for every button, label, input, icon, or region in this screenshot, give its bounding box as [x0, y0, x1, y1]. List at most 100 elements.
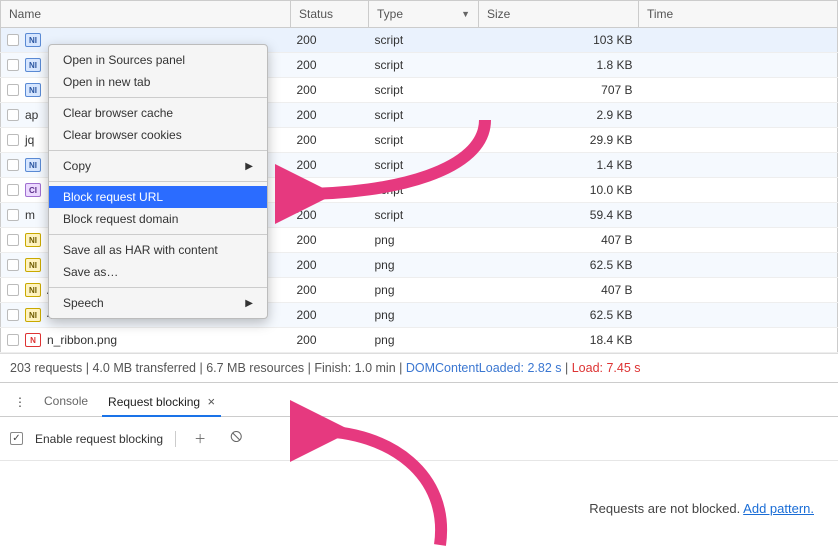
- col-size[interactable]: Size: [479, 1, 639, 28]
- col-name[interactable]: Name: [1, 1, 291, 28]
- size-cell: 2.9 KB: [479, 103, 639, 128]
- menu-copy[interactable]: Copy ▶: [49, 155, 267, 177]
- status-cell: 200: [291, 153, 369, 178]
- row-checkbox[interactable]: [7, 84, 19, 96]
- row-checkbox[interactable]: [7, 159, 19, 171]
- type-cell: script: [369, 203, 479, 228]
- time-cell: [639, 103, 838, 128]
- time-cell: [639, 253, 838, 278]
- close-icon[interactable]: ×: [207, 394, 215, 409]
- row-checkbox[interactable]: [7, 134, 19, 146]
- submenu-arrow-icon: ▶: [245, 298, 253, 309]
- add-pattern-link[interactable]: Add pattern.: [743, 501, 814, 516]
- size-cell: 407 B: [479, 228, 639, 253]
- sort-descending-icon: ▼: [461, 9, 470, 19]
- drawer-menu-icon[interactable]: ⋮: [6, 391, 34, 413]
- menu-speech[interactable]: Speech ▶: [49, 292, 267, 314]
- block-disabled-icon[interactable]: 🛇: [224, 425, 248, 452]
- initiator-badge: NI: [25, 258, 41, 272]
- time-cell: [639, 228, 838, 253]
- tab-request-blocking[interactable]: Request blocking ×: [98, 388, 225, 416]
- status-requests: 203 requests: [10, 361, 82, 375]
- col-time[interactable]: Time: [639, 1, 838, 28]
- size-cell: 62.5 KB: [479, 253, 639, 278]
- status-cell: 200: [291, 128, 369, 153]
- status-cell: 200: [291, 303, 369, 328]
- status-finish: Finish: 1.0 min: [314, 361, 395, 375]
- type-cell: png: [369, 328, 479, 353]
- size-cell: 59.4 KB: [479, 203, 639, 228]
- type-cell: script: [369, 78, 479, 103]
- time-cell: [639, 303, 838, 328]
- col-type-label: Type: [377, 7, 403, 21]
- row-checkbox[interactable]: [7, 34, 19, 46]
- table-row[interactable]: Nn_ribbon.png200png18.4 KB: [1, 328, 838, 353]
- size-cell: 407 B: [479, 278, 639, 303]
- row-checkbox[interactable]: [7, 334, 19, 346]
- request-name: n_ribbon.png: [47, 333, 117, 347]
- status-cell: 200: [291, 178, 369, 203]
- initiator-badge: CI: [25, 183, 41, 197]
- size-cell: 707 B: [479, 78, 639, 103]
- enable-blocking-checkbox[interactable]: ✓: [10, 432, 23, 445]
- enable-blocking-label: Enable request blocking: [35, 432, 163, 446]
- drawer: ⋮ Console Request blocking × ✓ Enable re…: [0, 382, 838, 526]
- add-pattern-button[interactable]: ＋: [188, 427, 212, 450]
- row-checkbox[interactable]: [7, 209, 19, 221]
- drawer-toolbar: ✓ Enable request blocking ＋ 🛇: [0, 417, 838, 461]
- tab-request-blocking-label: Request blocking: [108, 395, 200, 409]
- status-cell: 200: [291, 28, 369, 53]
- col-status[interactable]: Status: [291, 1, 369, 28]
- request-name: ap: [25, 108, 38, 122]
- time-cell: [639, 128, 838, 153]
- submenu-arrow-icon: ▶: [245, 161, 253, 172]
- time-cell: [639, 28, 838, 53]
- not-blocked-text: Requests are not blocked.: [589, 501, 740, 516]
- menu-clear-cache[interactable]: Clear browser cache: [49, 102, 267, 124]
- initiator-badge: NI: [25, 158, 41, 172]
- row-checkbox[interactable]: [7, 259, 19, 271]
- tab-console[interactable]: Console: [34, 388, 98, 415]
- menu-clear-cookies[interactable]: Clear browser cookies: [49, 124, 267, 146]
- row-checkbox[interactable]: [7, 309, 19, 321]
- time-cell: [639, 328, 838, 353]
- time-cell: [639, 203, 838, 228]
- time-cell: [639, 153, 838, 178]
- type-cell: script: [369, 128, 479, 153]
- initiator-badge: NI: [25, 33, 41, 47]
- row-checkbox[interactable]: [7, 184, 19, 196]
- menu-block-domain[interactable]: Block request domain: [49, 208, 267, 230]
- row-checkbox[interactable]: [7, 59, 19, 71]
- drawer-body: Requests are not blocked. Add pattern.: [0, 461, 838, 526]
- menu-block-url[interactable]: Block request URL: [49, 186, 267, 208]
- row-checkbox[interactable]: [7, 234, 19, 246]
- menu-save-as[interactable]: Save as…: [49, 261, 267, 283]
- status-cell: 200: [291, 103, 369, 128]
- menu-open-new-tab[interactable]: Open in new tab: [49, 71, 267, 93]
- status-cell: 200: [291, 78, 369, 103]
- row-checkbox[interactable]: [7, 284, 19, 296]
- size-cell: 18.4 KB: [479, 328, 639, 353]
- status-resources: 6.7 MB resources: [206, 361, 304, 375]
- status-cell: 200: [291, 228, 369, 253]
- size-cell: 1.4 KB: [479, 153, 639, 178]
- request-name: jq: [25, 133, 34, 147]
- type-cell: script: [369, 53, 479, 78]
- menu-save-har[interactable]: Save all as HAR with content: [49, 239, 267, 261]
- drawer-tabs: ⋮ Console Request blocking ×: [0, 383, 838, 417]
- status-transferred: 4.0 MB transferred: [92, 361, 196, 375]
- type-cell: png: [369, 303, 479, 328]
- time-cell: [639, 78, 838, 103]
- type-cell: png: [369, 253, 479, 278]
- time-cell: [639, 278, 838, 303]
- menu-separator: [49, 181, 267, 182]
- menu-separator: [49, 234, 267, 235]
- request-name: m: [25, 208, 35, 222]
- menu-separator: [49, 150, 267, 151]
- row-checkbox[interactable]: [7, 109, 19, 121]
- menu-open-sources[interactable]: Open in Sources panel: [49, 49, 267, 71]
- status-cell: 200: [291, 53, 369, 78]
- col-type[interactable]: Type ▼: [369, 1, 479, 28]
- status-load: Load: 7.45 s: [572, 361, 641, 375]
- menu-copy-label: Copy: [63, 159, 91, 173]
